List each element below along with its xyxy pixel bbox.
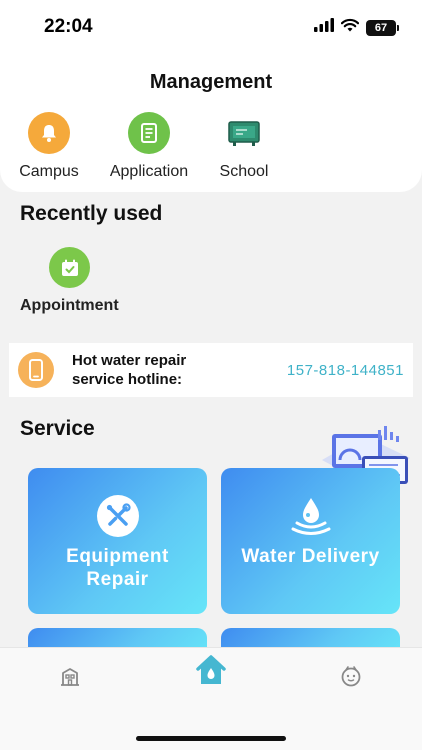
management-item-campus[interactable]: Campus bbox=[0, 112, 99, 181]
water-drop-icon bbox=[221, 495, 400, 537]
tab-profile[interactable] bbox=[321, 658, 381, 698]
recently-used-title: Recently used bbox=[20, 202, 163, 225]
status-bar: 22:04 67 bbox=[0, 0, 422, 56]
home-indicator[interactable] bbox=[136, 736, 286, 741]
hotline-banner: Hot water repair service hotline: 157-81… bbox=[9, 343, 413, 397]
management-item-school[interactable]: School bbox=[194, 112, 294, 181]
service-card-water-delivery[interactable]: Water Delivery bbox=[221, 468, 400, 614]
management-item-label: School bbox=[219, 163, 269, 180]
management-title: Management bbox=[149, 71, 273, 93]
face-icon bbox=[339, 664, 363, 693]
service-card-label: Water Delivery bbox=[241, 546, 380, 567]
battery-level: 67 bbox=[374, 21, 388, 34]
battery-icon: 67 bbox=[366, 19, 399, 36]
home-icon bbox=[194, 654, 228, 691]
management-item-application[interactable]: Application bbox=[98, 112, 200, 181]
hotline-phone-link[interactable]: 157-818-144851 bbox=[287, 362, 404, 379]
wifi-icon bbox=[340, 18, 360, 37]
board-icon bbox=[223, 112, 265, 154]
tab-building[interactable] bbox=[40, 658, 100, 698]
tools-icon bbox=[28, 495, 207, 537]
management-card: Management Campus Application School bbox=[0, 56, 422, 192]
tab-bar bbox=[0, 647, 422, 750]
hotline-text: Hot water repair service hotline: bbox=[72, 352, 187, 388]
management-item-label: Application bbox=[109, 163, 189, 180]
bell-icon bbox=[28, 112, 70, 154]
signal-icon bbox=[314, 18, 334, 37]
recent-item-label: Appointment bbox=[20, 297, 119, 314]
status-time: 22:04 bbox=[44, 16, 93, 37]
document-icon bbox=[128, 112, 170, 154]
recent-item-appointment[interactable]: Appointment bbox=[20, 247, 130, 315]
management-item-label: Campus bbox=[19, 163, 79, 180]
tab-home[interactable] bbox=[181, 652, 241, 692]
status-icons: 67 bbox=[314, 18, 399, 37]
calendar-check-icon bbox=[49, 247, 90, 288]
phone-icon bbox=[18, 352, 54, 388]
service-card-label: Equipment Repair bbox=[66, 546, 169, 590]
building-icon bbox=[58, 664, 82, 693]
service-card-equipment-repair[interactable]: Equipment Repair bbox=[28, 468, 207, 614]
service-title: Service bbox=[20, 417, 95, 440]
